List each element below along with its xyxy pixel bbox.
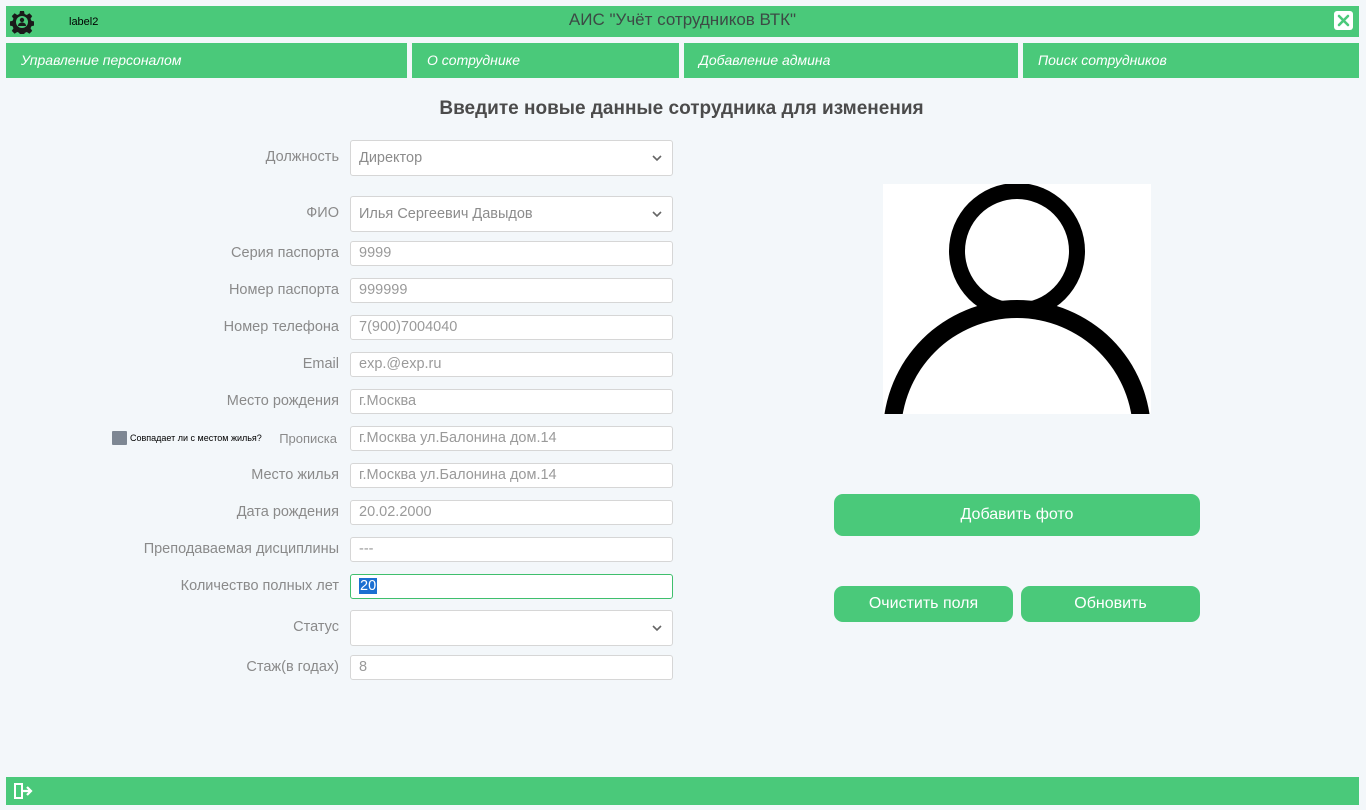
birthplace-field[interactable]: г.Москва [350,389,673,414]
position-label: Должность [265,149,339,165]
menu-item-staff-management[interactable]: Управление персоналом [6,43,407,78]
clear-fields-button[interactable]: Очистить поля [834,586,1013,622]
update-button[interactable]: Обновить [1021,586,1200,622]
position-select[interactable]: Директор [350,140,673,176]
passport-number-field[interactable]: 999999 [350,278,673,303]
full-years-value: 20 [359,578,378,594]
status-bar [6,777,1359,805]
status-select[interactable] [350,610,673,646]
residence-field[interactable]: г.Москва ул.Балонина дом.14 [350,463,673,488]
birthdate-label: Дата рождения [236,504,339,520]
discipline-field[interactable]: --- [350,537,673,562]
position-value: Директор [359,150,423,166]
full-years-field[interactable]: 20 [350,574,673,599]
user-silhouette-icon [884,184,1150,414]
email-label: Email [302,356,339,372]
employee-photo [883,184,1151,414]
menu-item-add-admin[interactable]: Добавление админа [684,43,1018,78]
experience-field[interactable]: 8 [350,655,673,680]
passport-series-field[interactable]: 9999 [350,241,673,266]
chevron-down-icon [651,141,663,175]
experience-label: Стаж(в годах) [246,659,339,675]
registration-label: Прописка [279,431,337,446]
full-years-label: Количество полных лет [180,578,339,594]
add-photo-button[interactable]: Добавить фото [834,494,1200,536]
email-field[interactable]: exp.@exp.ru [350,352,673,377]
chevron-down-icon [651,611,663,645]
discipline-label: Преподаваемая дисциплины [143,541,339,557]
passport-number-label: Номер паспорта [228,282,339,298]
same-as-residence-checkbox[interactable] [112,431,127,445]
chevron-down-icon [651,197,663,231]
title-bar: label2 АИС "Учёт сотрудников ВТК" [6,6,1359,37]
status-label: Статус [293,619,339,635]
form-heading: Введите новые данные сотрудника для изме… [439,98,924,119]
fio-label: ФИО [306,205,339,221]
close-icon [1337,14,1350,27]
residence-label: Место жилья [251,467,339,483]
menu-item-search-employees[interactable]: Поиск сотрудников [1023,43,1359,78]
passport-series-label: Серия паспорта [231,245,339,261]
birthdate-field[interactable]: 20.02.2000 [350,500,673,525]
fio-select[interactable]: Илья Сергеевич Давыдов [350,196,673,232]
app-title: АИС "Учёт сотрудников ВТК" [568,10,797,29]
birthplace-label: Место рождения [226,393,339,409]
menu-item-about-employee[interactable]: О сотруднике [412,43,679,78]
fio-value: Илья Сергеевич Давыдов [359,206,533,222]
close-button[interactable] [1334,11,1353,30]
phone-field[interactable]: 7(900)7004040 [350,315,673,340]
phone-label: Номер телефона [223,319,339,335]
exit-icon[interactable] [13,782,33,800]
same-as-residence-label: Совпадает ли с местом жилья? [130,433,262,443]
registration-field[interactable]: г.Москва ул.Балонина дом.14 [350,426,673,451]
